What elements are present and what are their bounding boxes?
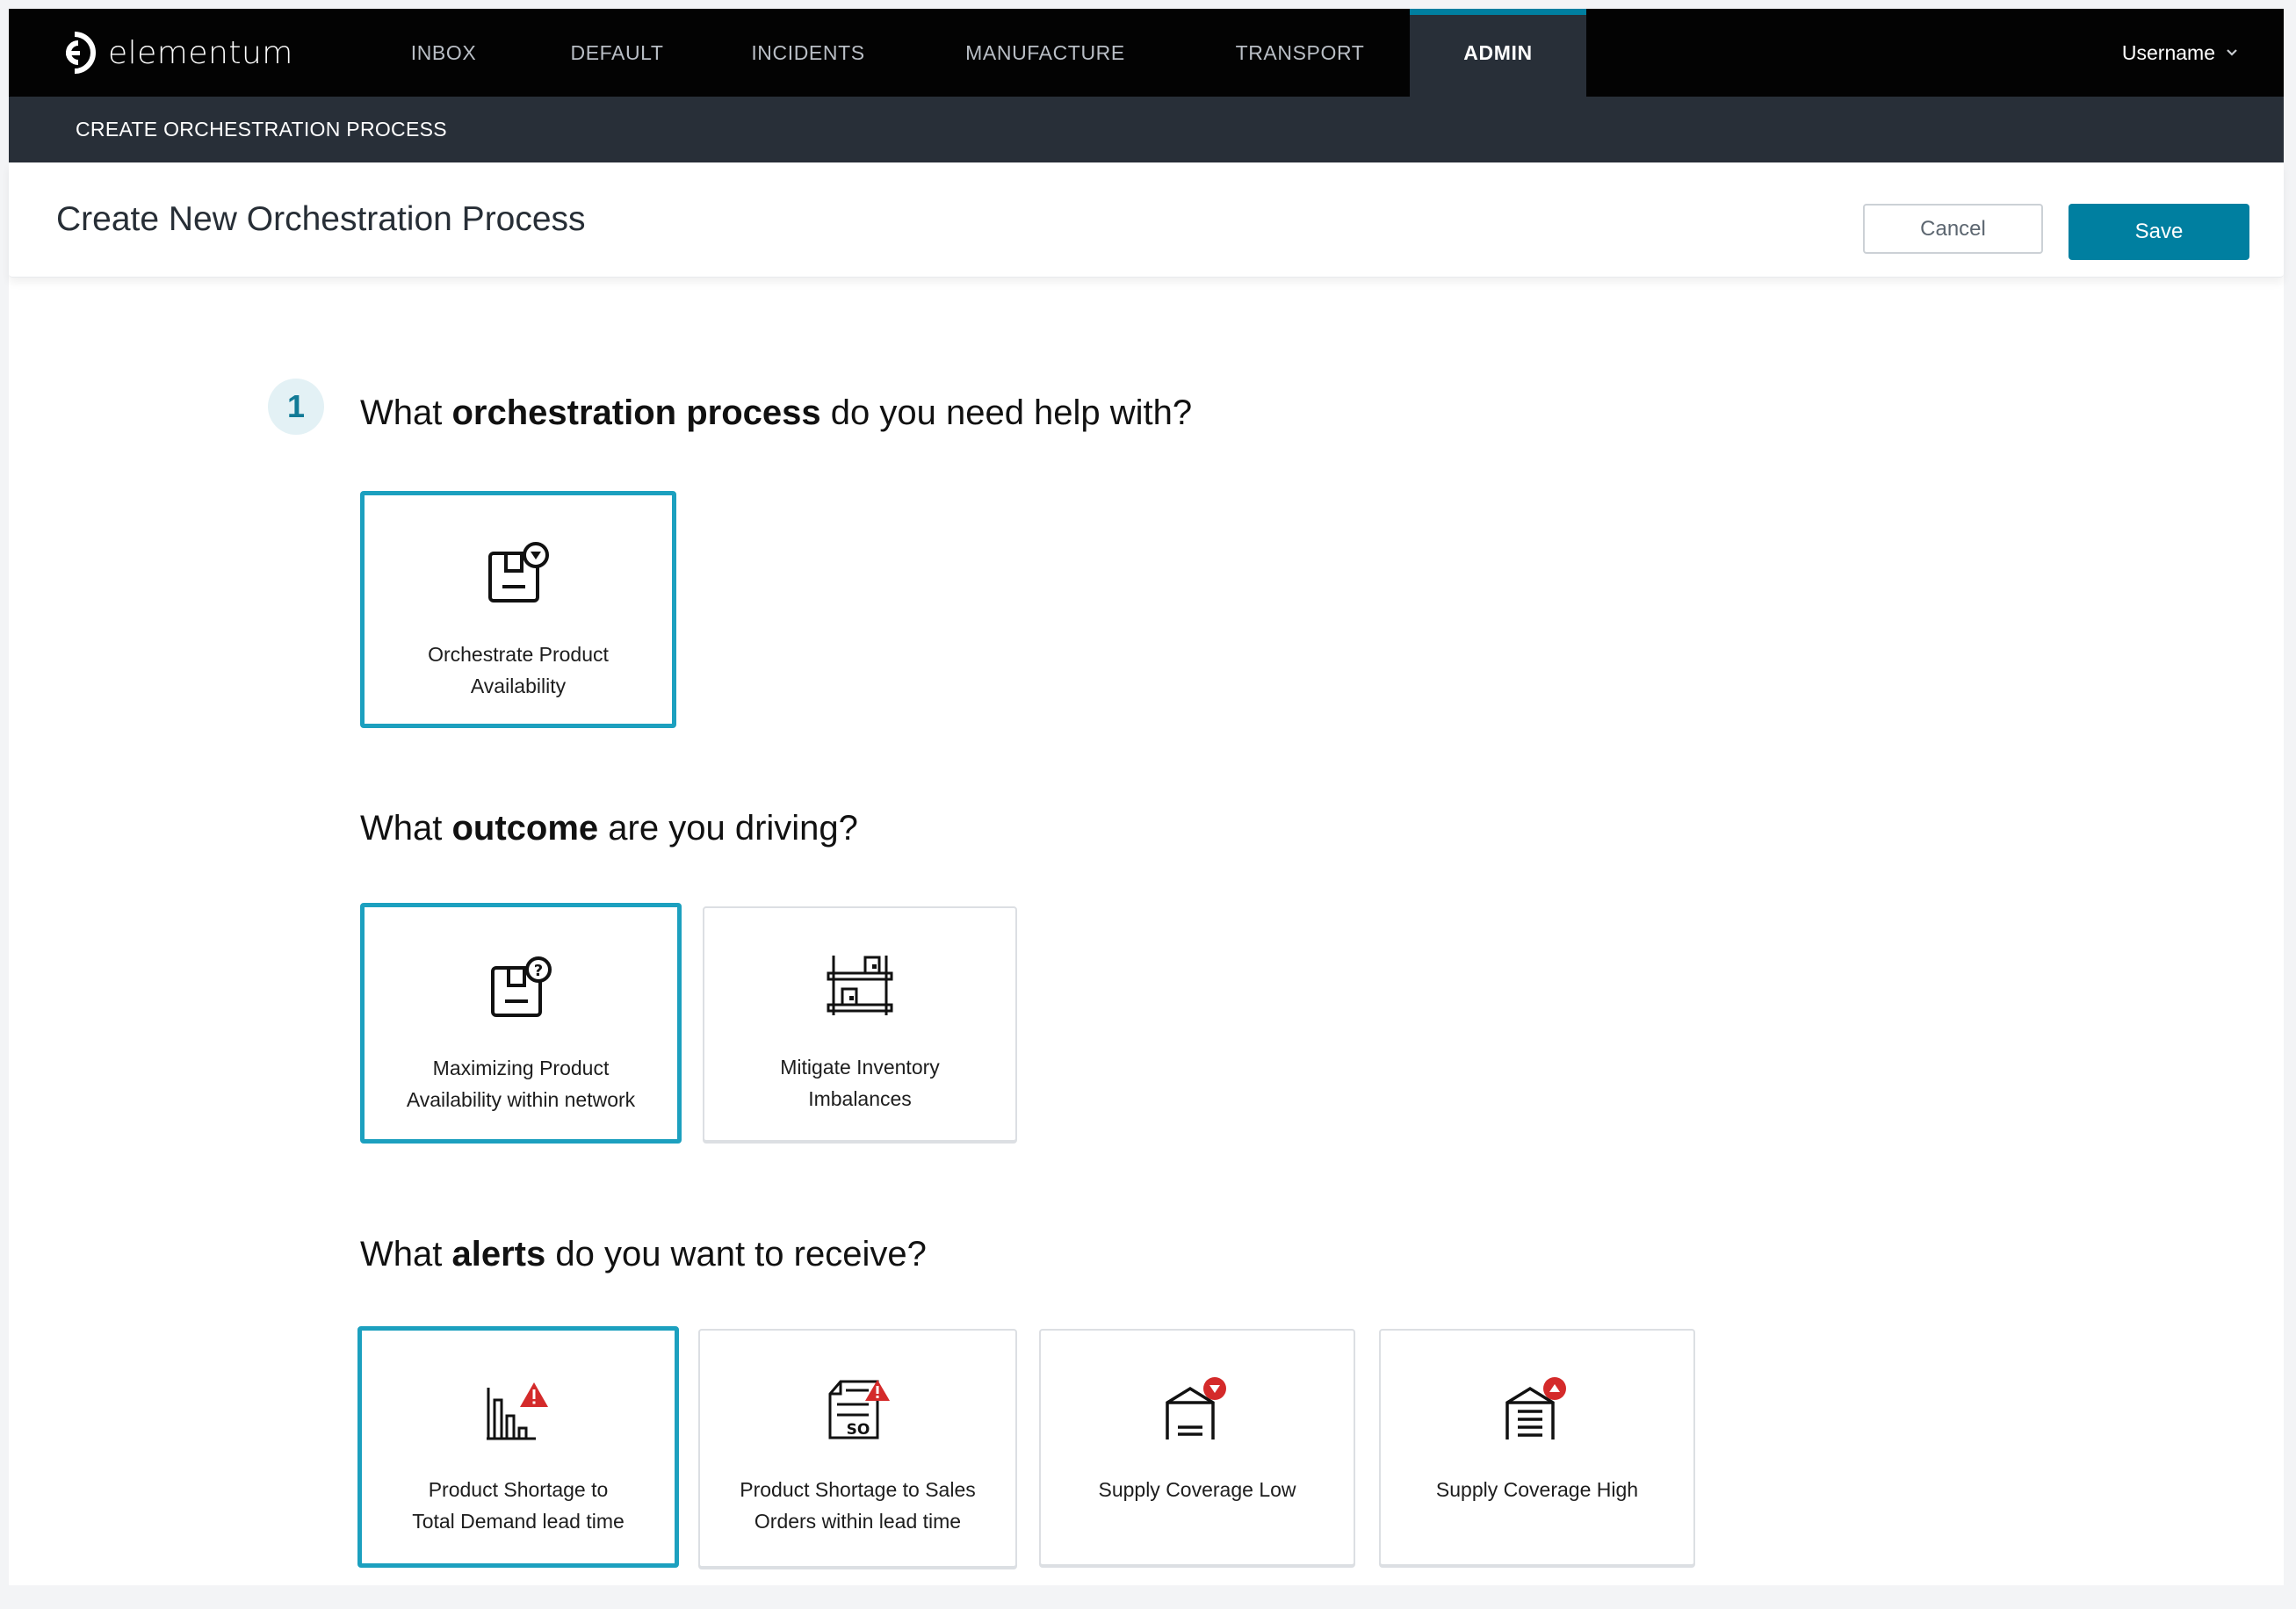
user-menu[interactable]: Username — [2122, 9, 2238, 97]
option-label: Orchestrate Product Availability — [428, 643, 609, 697]
nav-tab-transport[interactable]: TRANSPORT — [1195, 9, 1405, 97]
nav-tab-incidents[interactable]: INCIDENTS — [720, 9, 896, 97]
option-label: Maximizing Product Availability within n… — [406, 1057, 636, 1111]
brand-logo[interactable]: elementum — [57, 26, 293, 79]
nav-tab-manufacture[interactable]: MANUFACTURE — [931, 9, 1159, 97]
option-card-mitigate-inventory-imbalances[interactable]: Mitigate Inventory Imbalances — [703, 906, 1017, 1142]
alert-card-supply-coverage-low[interactable]: Supply Coverage Low — [1039, 1329, 1355, 1566]
warehouse-low-icon — [1041, 1376, 1354, 1447]
top-navigation: elementum INBOX DEFAULT INCIDENTS MANUFA… — [9, 9, 2284, 97]
svg-text:SO: SO — [846, 1421, 870, 1439]
elementum-logo-icon — [57, 31, 96, 75]
username-label: Username — [2121, 40, 2215, 64]
sub-header: CREATE ORCHESTRATION PROCESS — [9, 97, 2284, 162]
breadcrumb-title: CREATE ORCHESTRATION PROCESS — [76, 118, 447, 141]
alert-card-product-shortage-sales-orders[interactable]: SO Product Shortage to Sales Orders with… — [698, 1329, 1017, 1568]
option-label: Product Shortage to Sales Orders within … — [740, 1478, 976, 1533]
warehouse-high-icon — [1381, 1376, 1693, 1447]
alert-card-product-shortage-total-demand[interactable]: Product Shortage to Total Demand lead ti… — [357, 1326, 679, 1568]
nav-tab-admin[interactable]: ADMIN — [1410, 9, 1586, 97]
brand-name: elementum — [108, 34, 293, 71]
page-header: Create New Orchestration Process Cancel … — [9, 162, 2284, 278]
bar-chart-warning-icon — [362, 1379, 675, 1449]
question-process: What orchestration process do you need h… — [360, 393, 1193, 432]
svg-text:?: ? — [534, 962, 543, 980]
option-label: Product Shortage to Total Demand lead ti… — [412, 1478, 625, 1533]
question-outcome: What outcome are you driving? — [360, 809, 858, 848]
nav-tab-inbox[interactable]: INBOX — [373, 9, 514, 97]
app-frame: elementum INBOX DEFAULT INCIDENTS MANUFA… — [9, 9, 2284, 1585]
box-dropdown-icon — [365, 541, 672, 611]
save-button[interactable]: Save — [2069, 204, 2249, 260]
option-label: Supply Coverage Low — [1098, 1478, 1296, 1501]
option-card-maximizing-product-availability[interactable]: ? Maximizing Product Availability within… — [360, 903, 682, 1144]
option-card-orchestrate-product-availability[interactable]: Orchestrate Product Availability — [360, 491, 676, 728]
step-number-badge: 1 — [268, 379, 324, 435]
shelves-icon — [704, 952, 1015, 1022]
nav-tab-default[interactable]: DEFAULT — [536, 9, 698, 97]
option-label: Mitigate Inventory Imbalances — [780, 1056, 940, 1110]
page-title: Create New Orchestration Process — [56, 200, 586, 238]
sales-order-warning-icon: SO — [700, 1376, 1015, 1447]
box-question-icon: ? — [365, 956, 677, 1026]
question-alerts: What alerts do you want to receive? — [360, 1235, 927, 1273]
chevron-down-icon — [2226, 48, 2238, 57]
alert-card-supply-coverage-high[interactable]: Supply Coverage High — [1379, 1329, 1695, 1566]
option-label: Supply Coverage High — [1435, 1478, 1639, 1501]
cancel-button[interactable]: Cancel — [1863, 204, 2043, 254]
